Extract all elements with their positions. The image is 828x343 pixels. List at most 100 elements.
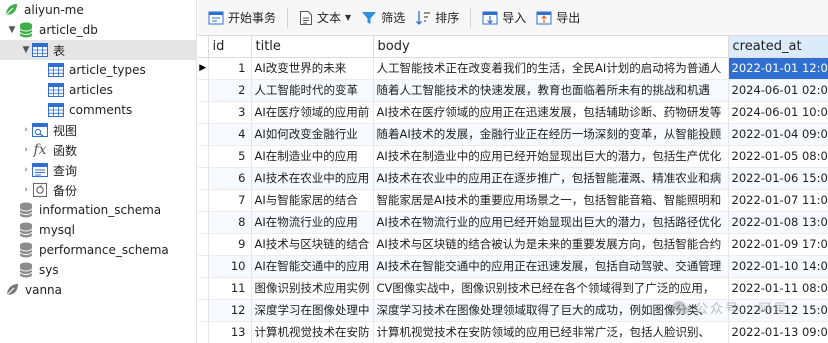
- cell-body[interactable]: AI技术在制造业中的应用已经开始显现出巨大的潜力，包括生产优化: [373, 145, 729, 168]
- cell-id[interactable]: 4: [208, 123, 252, 146]
- text-view-button[interactable]: 文本 ▼: [294, 5, 356, 31]
- chevron-down-icon[interactable]: ▼: [20, 40, 32, 60]
- cell-title[interactable]: AI技术在农业中的应用: [251, 167, 374, 190]
- tree-label: article_types: [69, 63, 146, 77]
- tree-database-article-db[interactable]: ▼ article_db: [0, 20, 196, 40]
- cell-id[interactable]: 10: [208, 255, 252, 278]
- chevron-right-icon[interactable]: ›: [20, 160, 32, 180]
- cell-created-at[interactable]: 2022-01-07 11:00: [728, 189, 828, 212]
- tree-folder-backups[interactable]: › 备份: [0, 180, 196, 200]
- cell-body[interactable]: 深度学习技术在图像处理领域取得了巨大的成功，例如图像分类、: [373, 299, 729, 322]
- cell-title[interactable]: AI与智能家居的结合: [251, 189, 374, 212]
- tree-folder-functions[interactable]: › fx 函数: [0, 140, 196, 160]
- tree-connection-vanna[interactable]: vanna: [0, 280, 196, 300]
- query-icon: [32, 162, 48, 178]
- cell-body[interactable]: 计算机视觉技术在安防领域的应用已经非常广泛，包括人脸识别、: [373, 321, 729, 343]
- cell-created-at[interactable]: 2022-01-01 12:00: [728, 57, 828, 80]
- cell-id[interactable]: 12: [208, 299, 252, 322]
- cell-body[interactable]: 随着人工智能技术的快速发展，教育也面临着所未有的挑战和机遇: [373, 79, 729, 102]
- cell-title[interactable]: 深度学习在图像处理中: [251, 299, 374, 322]
- cell-title[interactable]: AI如何改变金融行业: [251, 123, 374, 146]
- cell-body[interactable]: 随着AI技术的发展，金融行业正在经历一场深刻的变革，从智能投顾: [373, 123, 729, 146]
- table-row[interactable]: 5 AI在制造业中的应用 AI技术在制造业中的应用已经开始显现出巨大的潜力，包括…: [198, 145, 828, 168]
- table-row[interactable]: 11 图像识别技术应用实例 CV图像实战中，图像识别技术已经在各个领域得到了广泛…: [198, 277, 828, 300]
- column-header-body[interactable]: body: [373, 36, 729, 58]
- cell-body[interactable]: AI技术在医疗领域的应用正在迅速发展，包括辅助诊断、药物研发等: [373, 101, 729, 124]
- cell-created-at[interactable]: 2022-01-13 09:00: [728, 321, 828, 343]
- cell-title[interactable]: 人工智能时代的变革: [251, 79, 374, 102]
- column-header-title[interactable]: title: [251, 36, 374, 58]
- cell-id[interactable]: 1: [208, 57, 252, 80]
- cell-created-at[interactable]: 2022-01-12 15:00: [728, 299, 828, 322]
- chevron-right-icon[interactable]: ›: [20, 120, 32, 140]
- tree-folder-queries[interactable]: › 查询: [0, 160, 196, 180]
- tree-table-comments[interactable]: comments: [0, 100, 196, 120]
- table-row[interactable]: 6 AI技术在农业中的应用 AI技术在农业中的应用正在逐步推广，包括智能灌溉、精…: [198, 167, 828, 190]
- cell-body[interactable]: AI技术在物流行业的应用已经开始显现出巨大的潜力，包括路径优化: [373, 211, 729, 234]
- cell-id[interactable]: 6: [208, 167, 252, 190]
- cell-created-at[interactable]: 2024-06-01 10:00: [728, 101, 828, 124]
- cell-id[interactable]: 13: [208, 321, 252, 343]
- cell-created-at[interactable]: 2022-01-09 17:00: [728, 233, 828, 256]
- tree-database-performance-schema[interactable]: performance_schema: [0, 240, 196, 260]
- cell-created-at[interactable]: 2022-01-06 15:00: [728, 167, 828, 190]
- cell-title[interactable]: 计算机视觉技术在安防: [251, 321, 374, 343]
- cell-id[interactable]: 8: [208, 211, 252, 234]
- table-row[interactable]: 3 AI在医疗领域的应用前 AI技术在医疗领域的应用正在迅速发展，包括辅助诊断、…: [198, 101, 828, 124]
- chevron-right-icon[interactable]: ›: [20, 180, 32, 200]
- begin-transaction-button[interactable]: 开始事务: [203, 5, 281, 31]
- table-row[interactable]: ▶ 1 AI改变世界的未来 人工智能技术正在改变着我们的生活，全民AI计划的启动…: [198, 57, 828, 80]
- cell-created-at[interactable]: 2022-01-08 13:00: [728, 211, 828, 234]
- cell-body[interactable]: AI技术在智能交通中的应用正在迅速发展，包括自动驾驶、交通管理: [373, 255, 729, 278]
- filter-button[interactable]: 筛选: [356, 5, 410, 31]
- cell-body[interactable]: AI技术与区块链的结合被认为是未来的重要发展方向，包括智能合约: [373, 233, 729, 256]
- tree-database-sys[interactable]: sys: [0, 260, 196, 280]
- sort-button[interactable]: 排序: [410, 5, 464, 31]
- cell-body[interactable]: 智能家居是AI技术的重要应用场景之一，包括智能音箱、智能照明和: [373, 189, 729, 212]
- cell-body[interactable]: 人工智能技术正在改变着我们的生活，全民AI计划的启动将为普通人: [373, 57, 729, 80]
- cell-created-at[interactable]: 2022-01-05 08:00: [728, 145, 828, 168]
- cell-body[interactable]: AI技术在农业中的应用正在逐步推广，包括智能灌溉、精准农业和病: [373, 167, 729, 190]
- export-button[interactable]: 导出: [531, 5, 585, 31]
- cell-title[interactable]: AI在医疗领域的应用前: [251, 101, 374, 124]
- table-row[interactable]: 4 AI如何改变金融行业 随着AI技术的发展，金融行业正在经历一场深刻的变革，从…: [198, 123, 828, 146]
- database-icon: [18, 202, 34, 218]
- chevron-down-icon[interactable]: ▼: [6, 20, 18, 40]
- cell-title[interactable]: 图像识别技术应用实例: [251, 277, 374, 300]
- cell-created-at[interactable]: 2024-06-01 02:00: [728, 79, 828, 102]
- cell-created-at[interactable]: 2022-01-04 09:00: [728, 123, 828, 146]
- table-row[interactable]: 7 AI与智能家居的结合 智能家居是AI技术的重要应用场景之一，包括智能音箱、智…: [198, 189, 828, 212]
- cell-id[interactable]: 9: [208, 233, 252, 256]
- tree-folder-views[interactable]: › 视图: [0, 120, 196, 140]
- tree-label: mysql: [39, 223, 75, 237]
- column-header-id[interactable]: id: [208, 36, 252, 58]
- cell-title[interactable]: AI技术与区块链的结合: [251, 233, 374, 256]
- cell-title[interactable]: AI在制造业中的应用: [251, 145, 374, 168]
- cell-created-at[interactable]: 2022-01-10 14:00: [728, 255, 828, 278]
- cell-title[interactable]: AI改变世界的未来: [251, 57, 374, 80]
- import-button[interactable]: 导入: [477, 5, 531, 31]
- table-row[interactable]: 10 AI在智能交通中的应用 AI技术在智能交通中的应用正在迅速发展，包括自动驾…: [198, 255, 828, 278]
- cell-id[interactable]: 2: [208, 79, 252, 102]
- tree-database-information-schema[interactable]: information_schema: [0, 200, 196, 220]
- cell-title[interactable]: AI在物流行业的应用: [251, 211, 374, 234]
- cell-body[interactable]: CV图像实战中，图像识别技术已经在各个领域得到了广泛的应用，: [373, 277, 729, 300]
- cell-title[interactable]: AI在智能交通中的应用: [251, 255, 374, 278]
- cell-created-at[interactable]: 2022-01-11 08:00: [728, 277, 828, 300]
- tree-connection-aliyun-me[interactable]: ▾ aliyun-me: [0, 0, 196, 20]
- table-row[interactable]: 2 人工智能时代的变革 随着人工智能技术的快速发展，教育也面临着所未有的挑战和机…: [198, 79, 828, 102]
- tree-table-article-types[interactable]: article_types: [0, 60, 196, 80]
- tree-table-articles[interactable]: articles: [0, 80, 196, 100]
- tree-folder-tables[interactable]: ▼ 表: [0, 40, 196, 60]
- cell-id[interactable]: 3: [208, 101, 252, 124]
- table-row[interactable]: 12 深度学习在图像处理中 深度学习技术在图像处理领域取得了巨大的成功，例如图像…: [198, 299, 828, 322]
- table-row[interactable]: 13 计算机视觉技术在安防 计算机视觉技术在安防领域的应用已经非常广泛，包括人脸…: [198, 321, 828, 343]
- tree-database-mysql[interactable]: mysql: [0, 220, 196, 240]
- cell-id[interactable]: 5: [208, 145, 252, 168]
- cell-id[interactable]: 7: [208, 189, 252, 212]
- table-row[interactable]: 8 AI在物流行业的应用 AI技术在物流行业的应用已经开始显现出巨大的潜力，包括…: [198, 211, 828, 234]
- column-header-created-at[interactable]: created_at: [728, 36, 828, 58]
- chevron-right-icon[interactable]: ›: [20, 140, 32, 160]
- cell-id[interactable]: 11: [208, 277, 252, 300]
- table-row[interactable]: 9 AI技术与区块链的结合 AI技术与区块链的结合被认为是未来的重要发展方向，包…: [198, 233, 828, 256]
